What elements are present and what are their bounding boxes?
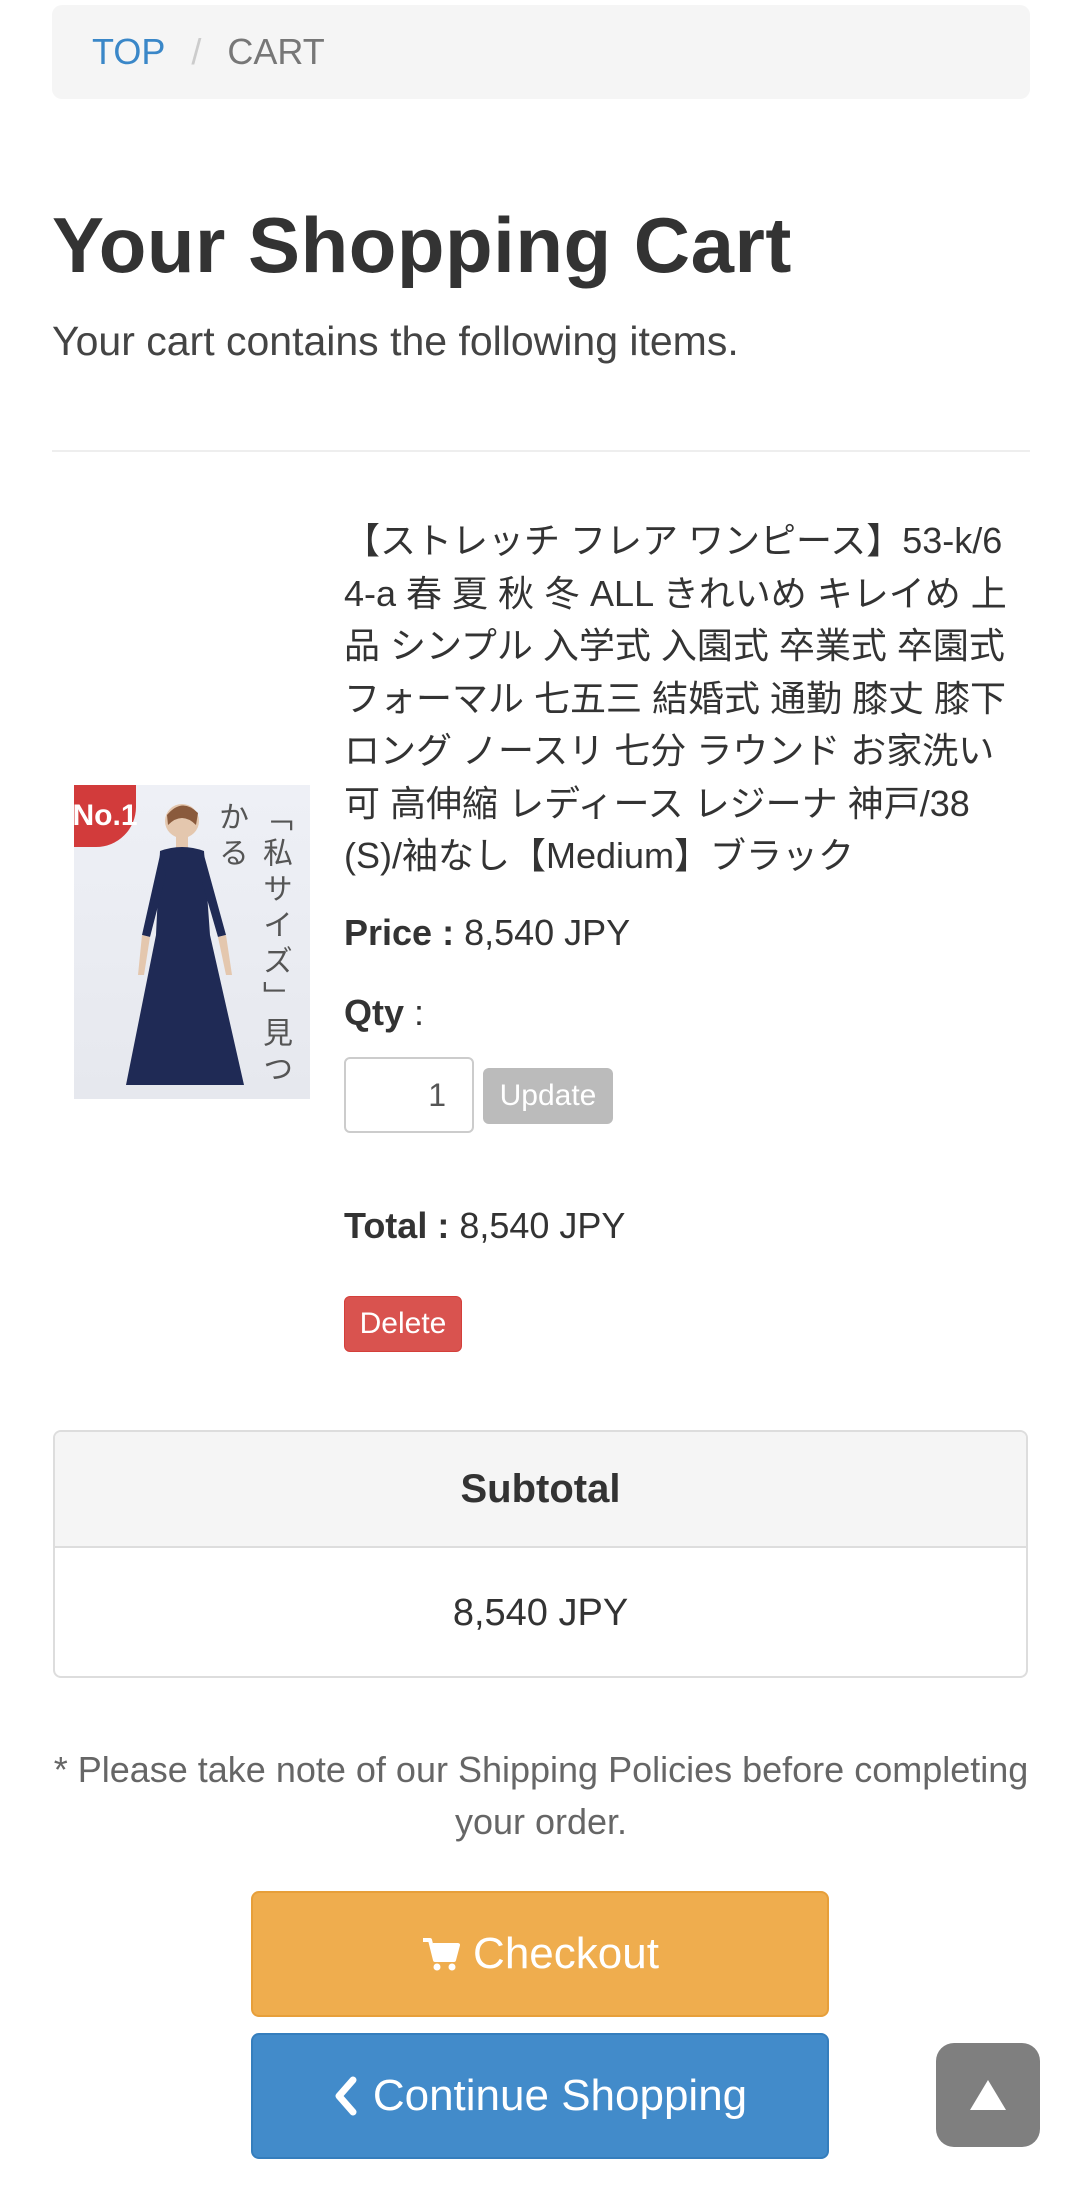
page-title: Your Shopping Cart <box>52 201 792 289</box>
breadcrumb-separator: / <box>191 31 202 72</box>
total-value: 8,540 JPY <box>459 1205 626 1246</box>
price-label: Price : <box>344 912 455 953</box>
subtotal-value: 8,540 JPY <box>452 1591 629 1634</box>
qty-label: Qty <box>344 992 405 1033</box>
checkout-label: Checkout <box>473 1929 659 1978</box>
price-value: 8,540 JPY <box>464 912 631 953</box>
price-row: Price : 8,540 JPY <box>344 912 630 954</box>
quantity-input[interactable] <box>344 1057 474 1133</box>
scroll-to-top-button[interactable] <box>936 2043 1040 2147</box>
update-button[interactable]: Update <box>483 1068 613 1124</box>
breadcrumb: TOP / CART <box>52 5 1030 99</box>
divider <box>52 450 1030 452</box>
delete-button[interactable]: Delete <box>344 1296 462 1352</box>
cart-icon <box>421 1934 461 1974</box>
qty-colon: : <box>414 992 425 1033</box>
shipping-note: * Please take note of our Shipping Polic… <box>53 1749 1029 1842</box>
total-label: Total : <box>344 1205 450 1246</box>
checkout-button[interactable]: Checkout <box>251 1891 829 2017</box>
product-image[interactable]: No.1 「私サイズ」見つかる <box>74 785 310 1099</box>
qty-row: Qty : <box>344 992 424 1034</box>
subtotal-heading: Subtotal <box>55 1432 1026 1548</box>
breadcrumb-top-link[interactable]: TOP <box>92 31 165 73</box>
continue-label: Continue Shopping <box>372 2071 748 2120</box>
page-lead: Your cart contains the following items. <box>52 318 739 364</box>
product-name: 【ストレッチ フレア ワンピース】53-k/64-a 春 夏 秋 冬 ALL き… <box>344 520 1007 876</box>
subtotal-panel: Subtotal 8,540 JPY <box>53 1430 1028 1678</box>
breadcrumb-current: CART <box>227 31 325 72</box>
image-caption: 「私サイズ」見つかる <box>213 801 292 1089</box>
chevron-left-icon <box>333 2076 359 2116</box>
total-row: Total : 8,540 JPY <box>344 1205 625 1247</box>
continue-shopping-button[interactable]: Continue Shopping <box>251 2033 829 2159</box>
arrow-up-icon <box>968 2078 1008 2112</box>
